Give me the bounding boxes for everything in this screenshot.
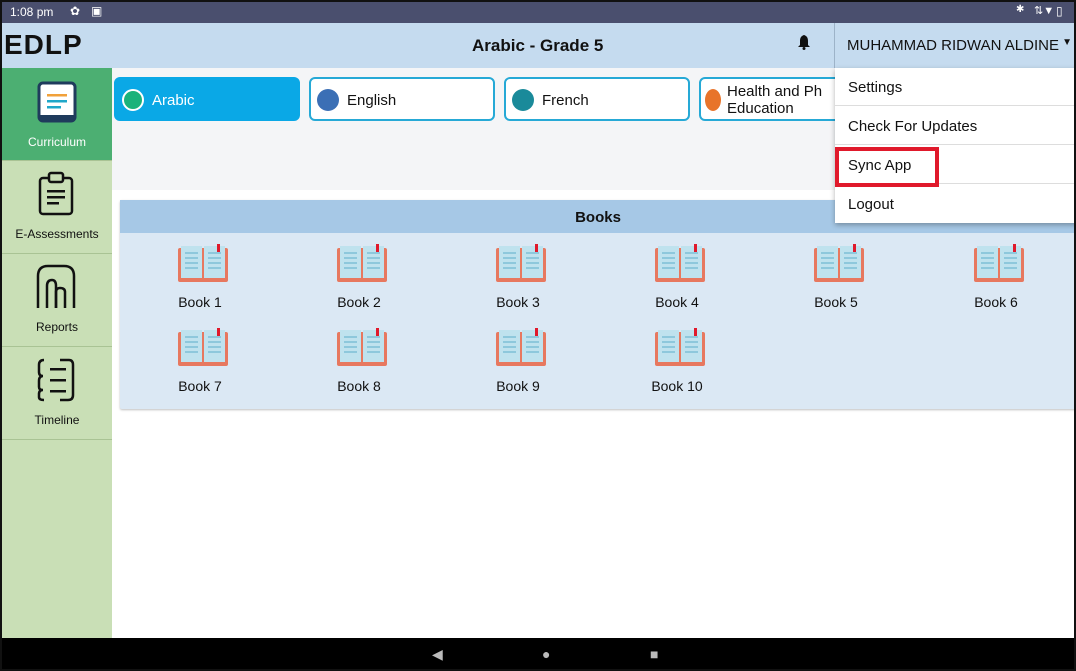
wifi-icon: ⇅▼ xyxy=(1034,5,1055,17)
sync-app-highlight-box xyxy=(835,147,939,187)
book-title: Book 7 xyxy=(178,378,222,394)
menu-item-label: Check For Updates xyxy=(848,118,978,135)
clipboard-icon xyxy=(38,171,74,216)
bluetooth-icon: ✱ xyxy=(1016,4,1025,15)
sidebar-item-reports[interactable]: Reports xyxy=(2,254,112,347)
book-item[interactable]: Book 6 xyxy=(936,244,1056,324)
book-icon xyxy=(496,244,546,282)
tab-french[interactable]: French xyxy=(504,77,690,121)
tab-label: French xyxy=(542,92,589,109)
sidebar-item-e-assessments[interactable]: E-Assessments xyxy=(2,161,112,254)
app-logo: EDLP xyxy=(4,29,83,60)
book-item[interactable]: Book 10 xyxy=(617,328,737,408)
sidebar-item-label: Curriculum xyxy=(27,135,86,149)
book-title: Book 1 xyxy=(178,294,222,310)
arabic-subject-icon xyxy=(122,89,144,111)
book-item[interactable]: Book 4 xyxy=(617,244,737,324)
book-title: Book 4 xyxy=(655,294,699,310)
caret-down-icon: ▼ xyxy=(1062,37,1072,48)
settings-status-icon: ✿ xyxy=(70,4,81,18)
menu-item-label: Logout xyxy=(848,196,894,213)
book-title: Book 10 xyxy=(651,378,703,394)
menu-item-settings[interactable]: Settings xyxy=(835,68,1074,106)
sidebar: Curriculum E-Assessments Reports Timelin… xyxy=(2,68,112,638)
book-icon xyxy=(655,244,705,282)
tab-label: English xyxy=(347,92,397,109)
books-panel: Books xyxy=(120,200,1074,409)
book-title: Book 5 xyxy=(814,294,858,310)
book-title: Book 8 xyxy=(337,378,381,394)
book-icon xyxy=(178,328,228,366)
book-item[interactable]: Book 8 xyxy=(299,328,419,408)
sidebar-item-curriculum[interactable]: Curriculum xyxy=(2,68,112,161)
book-icon xyxy=(496,328,546,366)
book-title: Book 3 xyxy=(496,294,540,310)
tab-label: Health and Ph Education xyxy=(727,83,823,117)
user-dropdown-menu: Settings Check For Updates Sync App Logo… xyxy=(835,68,1074,223)
french-subject-icon xyxy=(512,89,534,111)
book-title: Book 9 xyxy=(496,378,540,394)
book-icon xyxy=(337,328,387,366)
menu-item-check-for-updates[interactable]: Check For Updates xyxy=(835,107,1074,145)
back-icon[interactable]: ◀ xyxy=(432,646,443,663)
status-bar: 1:08 pm ✿ ▣ ✱ ⇅▼ ▯ xyxy=(2,2,1074,23)
tab-label: Arabic xyxy=(152,92,195,109)
tab-arabic[interactable]: Arabic xyxy=(114,77,300,121)
book-title: Book 6 xyxy=(974,294,1018,310)
book-icon xyxy=(974,244,1024,282)
bell-icon[interactable] xyxy=(798,35,810,55)
book-icon xyxy=(655,328,705,366)
menu-item-logout[interactable]: Logout xyxy=(835,185,1074,223)
status-time: 1:08 pm xyxy=(10,5,54,19)
book-icon xyxy=(814,244,864,282)
book-item[interactable]: Book 1 xyxy=(140,244,260,324)
book-icon xyxy=(178,244,228,282)
home-icon[interactable]: ● xyxy=(542,646,550,662)
image-status-icon: ▣ xyxy=(91,4,103,18)
app-header: EDLP Arabic - Grade 5 MUHAMMAD RIDWAN AL… xyxy=(2,23,1074,68)
health-subject-icon xyxy=(705,89,721,111)
book-item[interactable]: Book 7 xyxy=(140,328,260,408)
sidebar-item-label: E-Assessments xyxy=(15,227,99,241)
book-item[interactable]: Book 9 xyxy=(458,328,578,408)
sidebar-item-label: Reports xyxy=(35,320,79,334)
user-name: MUHAMMAD RIDWAN ALDINE xyxy=(847,37,1059,54)
user-menu-button[interactable]: MUHAMMAD RIDWAN ALDINE ▼ xyxy=(834,23,1074,68)
page-title: Arabic - Grade 5 xyxy=(472,36,604,55)
book-item[interactable]: Book 2 xyxy=(299,244,419,324)
curriculum-icon xyxy=(37,81,77,123)
battery-icon: ▯ xyxy=(1056,4,1063,18)
english-subject-icon xyxy=(317,89,339,111)
book-title: Book 2 xyxy=(337,294,381,310)
recents-icon[interactable]: ■ xyxy=(650,646,658,662)
menu-item-label: Settings xyxy=(848,79,903,96)
sidebar-item-label: Timeline xyxy=(34,413,80,427)
timeline-icon xyxy=(37,358,75,402)
sidebar-item-timeline[interactable]: Timeline xyxy=(2,347,112,440)
tab-english[interactable]: English xyxy=(309,77,495,121)
system-nav-bar: ◀ ● ■ xyxy=(2,638,1074,669)
book-icon xyxy=(337,244,387,282)
book-item[interactable]: Book 3 xyxy=(458,244,578,324)
device-frame: 1:08 pm ✿ ▣ ✱ ⇅▼ ▯ EDLP Arabic - Grade 5… xyxy=(0,0,1076,671)
book-item[interactable]: Book 5 xyxy=(776,244,896,324)
reports-icon xyxy=(36,264,76,308)
